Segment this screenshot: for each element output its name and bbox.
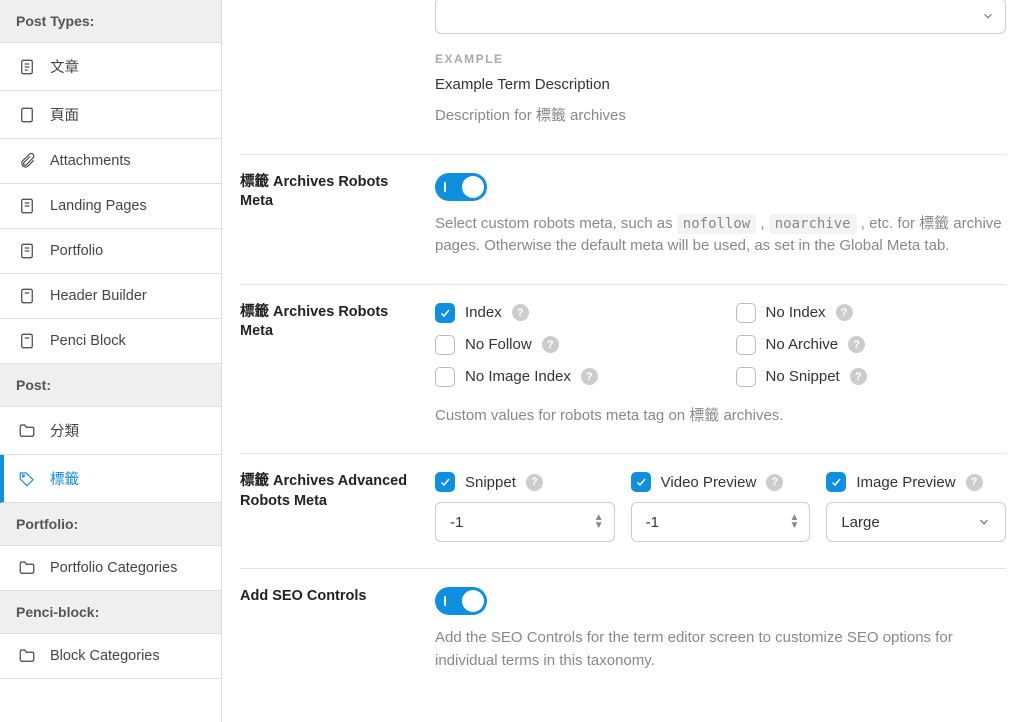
snippet-input[interactable]: -1 ▲▼ xyxy=(435,502,615,542)
sidebar-item-label: Portfolio Categories xyxy=(50,560,177,576)
sidebar-item-tags[interactable]: 標籤 xyxy=(0,455,221,503)
row-label: 標籤 Archives Robots Meta xyxy=(240,303,435,428)
help-icon[interactable]: ? xyxy=(848,336,865,353)
row-label: Add SEO Controls xyxy=(240,587,435,672)
sidebar-group-portfolio: Portfolio: xyxy=(0,503,221,546)
sidebar-item-label: 標籤 xyxy=(50,468,79,489)
checkbox-no-follow[interactable]: No Follow? xyxy=(435,335,706,355)
sidebar-item-label: Landing Pages xyxy=(50,198,147,214)
help-icon[interactable]: ? xyxy=(512,304,529,321)
help-icon[interactable]: ? xyxy=(581,368,598,385)
help-icon[interactable]: ? xyxy=(966,474,983,491)
stepper-icon[interactable]: ▲▼ xyxy=(789,514,799,530)
chevron-down-icon xyxy=(981,9,995,23)
sidebar-item-attachments[interactable]: Attachments xyxy=(0,139,221,184)
document-icon xyxy=(18,58,36,76)
description-text: Description for 標籤 archives xyxy=(435,105,1006,128)
image-preview-select[interactable]: Large xyxy=(826,502,1006,542)
stepper-icon[interactable]: ▲▼ xyxy=(594,514,604,530)
description-select[interactable] xyxy=(435,0,1006,34)
robots-meta-checkbox-row: 標籤 Archives Robots Meta Index? No Index?… xyxy=(240,285,1006,455)
sidebar-item-label: 頁面 xyxy=(50,104,79,125)
tag-icon xyxy=(18,470,36,488)
robots-meta-toggle[interactable] xyxy=(435,173,487,201)
document-icon xyxy=(18,332,36,350)
seo-controls-toggle[interactable] xyxy=(435,587,487,615)
sidebar-item-label: Portfolio xyxy=(50,243,103,259)
document-icon xyxy=(18,287,36,305)
advanced-robots-meta-row: 標籤 Archives Advanced Robots Meta Snippet… xyxy=(240,454,1006,569)
sidebar-item-label: 文章 xyxy=(50,56,79,77)
checkbox-snippet[interactable]: Snippet? xyxy=(435,472,615,492)
sidebar-item-penci-block[interactable]: Penci Block xyxy=(0,319,221,364)
sidebar-item-header-builder[interactable]: Header Builder xyxy=(0,274,221,319)
settings-panel: EXAMPLE Example Term Description Descrip… xyxy=(222,0,1024,722)
checkbox-image-preview[interactable]: Image Preview? xyxy=(826,472,1006,492)
help-icon[interactable]: ? xyxy=(526,474,543,491)
sidebar-group-post-types: Post Types: xyxy=(0,0,221,43)
sidebar-item-block-categories[interactable]: Block Categories xyxy=(0,634,221,679)
robots-meta-toggle-row: 標籤 Archives Robots Meta Select custom ro… xyxy=(240,155,1006,285)
paperclip-icon xyxy=(18,152,36,170)
sidebar-item-label: Block Categories xyxy=(50,648,160,664)
help-icon[interactable]: ? xyxy=(836,304,853,321)
code-nofollow: nofollow xyxy=(677,214,756,234)
checkbox-no-archive[interactable]: No Archive? xyxy=(736,335,1007,355)
chevron-down-icon xyxy=(977,515,991,529)
sidebar: Post Types: 文章 頁面 Attachments Landing Pa… xyxy=(0,0,222,722)
sidebar-group-post: Post: xyxy=(0,364,221,407)
add-seo-controls-row: Add SEO Controls Add the SEO Controls fo… xyxy=(240,569,1006,698)
folder-icon xyxy=(18,422,36,440)
robots-meta-hint: Custom values for robots meta tag on 標籤 … xyxy=(435,405,1006,428)
checkbox-no-index[interactable]: No Index? xyxy=(736,303,1007,323)
sidebar-item-label: 分類 xyxy=(50,420,79,441)
robots-meta-desc: Select custom robots meta, such as nofol… xyxy=(435,213,1006,258)
document-icon xyxy=(18,197,36,215)
row-label: 標籤 Archives Advanced Robots Meta xyxy=(240,472,435,542)
sidebar-item-categories[interactable]: 分類 xyxy=(0,407,221,455)
checkbox-no-snippet[interactable]: No Snippet? xyxy=(736,367,1007,387)
document-icon xyxy=(18,242,36,260)
sidebar-item-landing-pages[interactable]: Landing Pages xyxy=(0,184,221,229)
folder-icon xyxy=(18,559,36,577)
video-preview-input[interactable]: -1 ▲▼ xyxy=(631,502,811,542)
description-row: EXAMPLE Example Term Description Descrip… xyxy=(240,0,1006,155)
sidebar-item-portfolio[interactable]: Portfolio xyxy=(0,229,221,274)
sidebar-item-label: Attachments xyxy=(50,153,131,169)
seo-controls-desc: Add the SEO Controls for the term editor… xyxy=(435,627,1006,672)
example-term-title: Example Term Description xyxy=(435,76,1006,93)
sidebar-item-label: Penci Block xyxy=(50,333,126,349)
help-icon[interactable]: ? xyxy=(766,474,783,491)
help-icon[interactable]: ? xyxy=(542,336,559,353)
example-label: EXAMPLE xyxy=(435,52,1006,66)
checkbox-video-preview[interactable]: Video Preview? xyxy=(631,472,811,492)
sidebar-group-penci-block: Penci-block: xyxy=(0,591,221,634)
folder-icon xyxy=(18,647,36,665)
sidebar-item-pages[interactable]: 頁面 xyxy=(0,91,221,139)
checkbox-no-image-index[interactable]: No Image Index? xyxy=(435,367,706,387)
checkbox-index[interactable]: Index? xyxy=(435,303,706,323)
code-noarchive: noarchive xyxy=(769,214,857,234)
page-icon xyxy=(18,106,36,124)
row-label: 標籤 Archives Robots Meta xyxy=(240,173,435,258)
sidebar-item-posts[interactable]: 文章 xyxy=(0,43,221,91)
sidebar-item-portfolio-categories[interactable]: Portfolio Categories xyxy=(0,546,221,591)
help-icon[interactable]: ? xyxy=(850,368,867,385)
sidebar-item-label: Header Builder xyxy=(50,288,147,304)
